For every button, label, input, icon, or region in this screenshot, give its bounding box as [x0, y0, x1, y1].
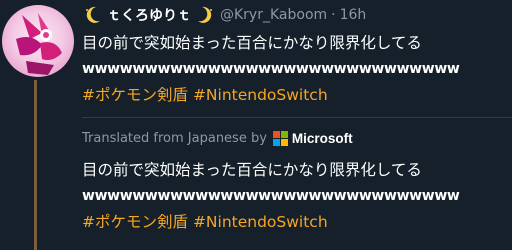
- separator-dot: ·: [331, 7, 336, 23]
- avatar[interactable]: [2, 5, 74, 77]
- hashtag-link[interactable]: #NintendoSwitch: [193, 86, 328, 104]
- hashtag-link[interactable]: #ポケモン剣盾: [82, 86, 188, 104]
- hashtag-link[interactable]: #NintendoSwitch: [193, 213, 328, 231]
- translation-attribution: Translated from Japanese by Microsoft: [82, 127, 353, 149]
- crescent-moon-icon: [194, 5, 216, 25]
- divider: [82, 117, 512, 118]
- tweet-text-line: 目の前で突如始まった百合にかなり限界化してる: [82, 34, 422, 52]
- display-name[interactable]: ｔくろゆりｔ: [107, 5, 191, 25]
- tweet-text: 目の前で突如始まった百合にかなり限界化してる wwwwwwwwwwwwwwwww…: [82, 30, 460, 108]
- translated-text-line: wwwwwwwwwwwwwwwwwwwwwwwwwwwwww: [82, 188, 460, 204]
- thread-line: [34, 80, 37, 250]
- tweet-text-line: wwwwwwwwwwwwwwwwwwwwwwwwwwwwww: [82, 61, 460, 77]
- crescent-moon-icon: [82, 5, 104, 25]
- hashtag-link[interactable]: #ポケモン剣盾: [82, 213, 188, 231]
- translation-provider: Microsoft: [291, 130, 353, 146]
- timestamp[interactable]: 16h: [340, 7, 367, 23]
- user-handle[interactable]: @Kryr_Kaboom: [220, 7, 327, 23]
- microsoft-logo-icon: [272, 130, 288, 146]
- hashtag-row: #ポケモン剣盾 #NintendoSwitch: [82, 82, 460, 108]
- translation-label: Translated from Japanese by: [82, 130, 267, 146]
- hashtag-row: #ポケモン剣盾 #NintendoSwitch: [82, 209, 460, 235]
- translated-text: 目の前で突如始まった百合にかなり限界化してる wwwwwwwwwwwwwwwww…: [82, 157, 460, 235]
- tweet-header: ｔくろゆりｔ @Kryr_Kaboom · 16h: [82, 4, 366, 26]
- translated-text-line: 目の前で突如始まった百合にかなり限界化してる: [82, 161, 422, 179]
